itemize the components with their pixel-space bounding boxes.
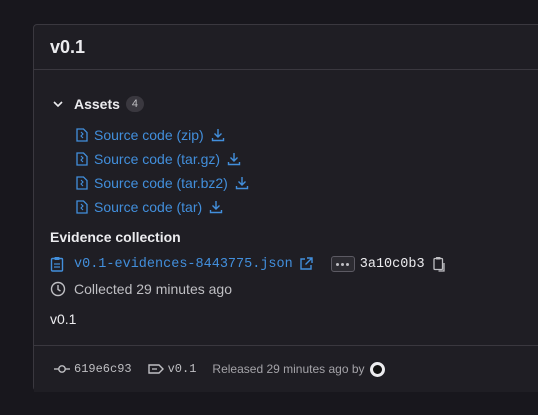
- released-text: Released 29 minutes ago by: [212, 362, 365, 376]
- collected-text: Collected 29 minutes ago: [74, 281, 232, 297]
- tag-icon: [147, 364, 164, 374]
- assets-label: Assets: [74, 96, 120, 112]
- asset-label: Source code (tar.bz2): [94, 175, 228, 191]
- asset-link[interactable]: Source code (zip): [75, 123, 249, 147]
- assets-toggle[interactable]: Assets 4: [50, 96, 145, 112]
- release-header: v0.1: [34, 25, 538, 70]
- file-zip-icon: [76, 176, 88, 190]
- ellipsis-dot: [341, 262, 345, 266]
- clock-icon: [50, 281, 66, 297]
- tag-item[interactable]: v0.1: [147, 362, 197, 376]
- external-link-icon[interactable]: [299, 257, 313, 271]
- file-zip-icon: [76, 128, 88, 142]
- chevron-down-icon: [53, 101, 63, 108]
- ellipsis-dot: [336, 262, 340, 266]
- release-notes: v0.1: [50, 311, 77, 327]
- asset-link[interactable]: Source code (tar): [75, 195, 249, 219]
- file-zip-icon: [76, 200, 88, 214]
- evidence-sha: 3a10c0b3: [359, 256, 425, 272]
- download-icon[interactable]: [235, 176, 249, 190]
- release-footer: 619e6c93 v0.1 Released 29 minutes ago by: [34, 345, 538, 392]
- asset-link[interactable]: Source code (tar.bz2): [75, 171, 249, 195]
- asset-list: Source code (zip) Source code (tar.gz) Sou…: [75, 123, 249, 219]
- download-icon[interactable]: [209, 200, 223, 214]
- release-card: v0.1 Assets 4 Source code (zip) Source co…: [33, 24, 538, 392]
- tag-name[interactable]: v0.1: [168, 362, 197, 376]
- asset-label: Source code (tar): [94, 199, 203, 215]
- release-title[interactable]: v0.1: [50, 37, 85, 58]
- commit-item[interactable]: 619e6c93: [54, 362, 132, 376]
- avatar[interactable]: [369, 361, 385, 377]
- copy-icon[interactable]: [432, 256, 447, 272]
- ellipsis-dot: [346, 262, 350, 266]
- evidence-row: v0.1-evidences-8443775.json 3a10c0b3: [50, 254, 447, 274]
- commit-icon: [54, 365, 70, 373]
- evidence-heading: Evidence collection: [50, 229, 181, 245]
- evidence-collected: Collected 29 minutes ago: [50, 281, 232, 297]
- assets-count-badge: 4: [125, 96, 145, 112]
- released-item: Released 29 minutes ago by: [212, 361, 385, 377]
- asset-label: Source code (tar.gz): [94, 151, 221, 167]
- file-zip-icon: [76, 152, 88, 166]
- clipboard-icon: [50, 257, 64, 272]
- download-icon[interactable]: [211, 128, 225, 142]
- download-icon[interactable]: [227, 152, 241, 166]
- asset-label: Source code (zip): [94, 127, 204, 143]
- asset-link[interactable]: Source code (tar.gz): [75, 147, 249, 171]
- commit-sha[interactable]: 619e6c93: [74, 362, 132, 376]
- evidence-file-link[interactable]: v0.1-evidences-8443775.json: [74, 257, 293, 272]
- sha-expand-button[interactable]: [330, 256, 355, 272]
